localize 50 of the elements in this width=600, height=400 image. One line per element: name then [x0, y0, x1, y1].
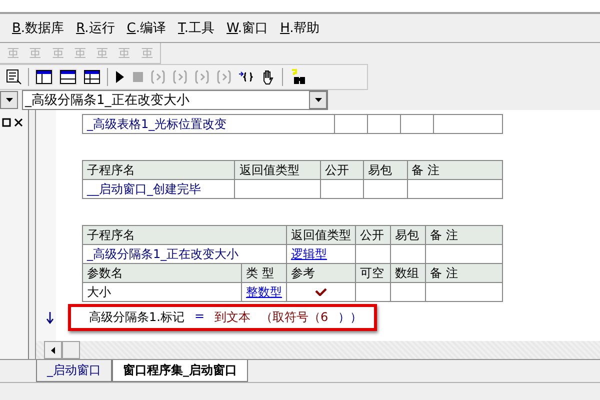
- caret-icon: [314, 98, 322, 102]
- menu-item[interactable]: H.帮助: [276, 17, 324, 39]
- column-header: 参考: [286, 264, 356, 282]
- step-icon[interactable]: [150, 69, 166, 85]
- close-icon[interactable]: [14, 118, 23, 127]
- column-header: 类 型: [242, 264, 286, 282]
- return-type-cell: 逻辑型: [291, 246, 327, 260]
- scrollbar-thumb[interactable]: [62, 341, 80, 359]
- subroutine-name-cell: __启动窗口_创建完毕: [82, 180, 235, 198]
- run-icon[interactable]: [114, 70, 126, 84]
- step-icon[interactable]: [194, 69, 210, 85]
- column-header: 数组: [390, 264, 426, 282]
- menu-item[interactable]: T.工具: [174, 17, 219, 39]
- event-dropdown[interactable]: _高级分隔条1_正在改变大小: [22, 90, 328, 110]
- column-header: 子程序名: [82, 160, 235, 180]
- column-header: 可空: [356, 264, 390, 282]
- column-header: 子程序名: [82, 226, 286, 244]
- menu-item[interactable]: C.编译: [122, 17, 170, 39]
- column-header: 参数名: [82, 264, 242, 282]
- parameter-name-cell: 大小: [82, 282, 242, 302]
- code-statement[interactable]: 高级分隔条1.标记 = 到文本 （取符号（6 ））: [68, 304, 378, 331]
- dropdown-button[interactable]: [0, 91, 18, 109]
- column-header: 公开: [320, 160, 364, 180]
- menu-item[interactable]: W.窗口: [222, 17, 272, 39]
- layout-icon[interactable]: [59, 69, 77, 85]
- column-header: 备 注: [407, 160, 502, 180]
- column-header: 返回值类型: [234, 160, 320, 180]
- column-header: 备 注: [426, 226, 502, 244]
- editor-tab[interactable]: _启动窗口: [36, 360, 112, 382]
- editor-tab[interactable]: 窗口程序集_启动窗口: [112, 360, 248, 382]
- stop-icon[interactable]: [132, 70, 144, 84]
- column-header: 返回值类型: [286, 226, 356, 244]
- column-header: 易包: [390, 226, 426, 244]
- step-icon[interactable]: [216, 69, 232, 85]
- parameter-type-cell: 整数型: [246, 284, 282, 298]
- column-header: 易包: [364, 160, 408, 180]
- arrow-down-icon: [46, 312, 54, 324]
- layout-icon[interactable]: [83, 69, 101, 85]
- maximize-icon[interactable]: [2, 118, 11, 127]
- step-icon[interactable]: [172, 69, 188, 85]
- column-header: 公开: [356, 226, 390, 244]
- event-name-cell: _高级表格1_光标位置改变: [82, 114, 334, 134]
- preview-icon[interactable]: [6, 69, 22, 85]
- column-header: 备 注: [426, 264, 502, 282]
- scroll-left-button[interactable]: [44, 341, 62, 359]
- caret-icon: [6, 98, 12, 102]
- arrow-left-icon: [51, 346, 55, 354]
- menu-item[interactable]: B.数据库: [8, 17, 68, 39]
- layout-icon[interactable]: [35, 69, 53, 85]
- menu-item[interactable]: R.运行: [72, 17, 119, 39]
